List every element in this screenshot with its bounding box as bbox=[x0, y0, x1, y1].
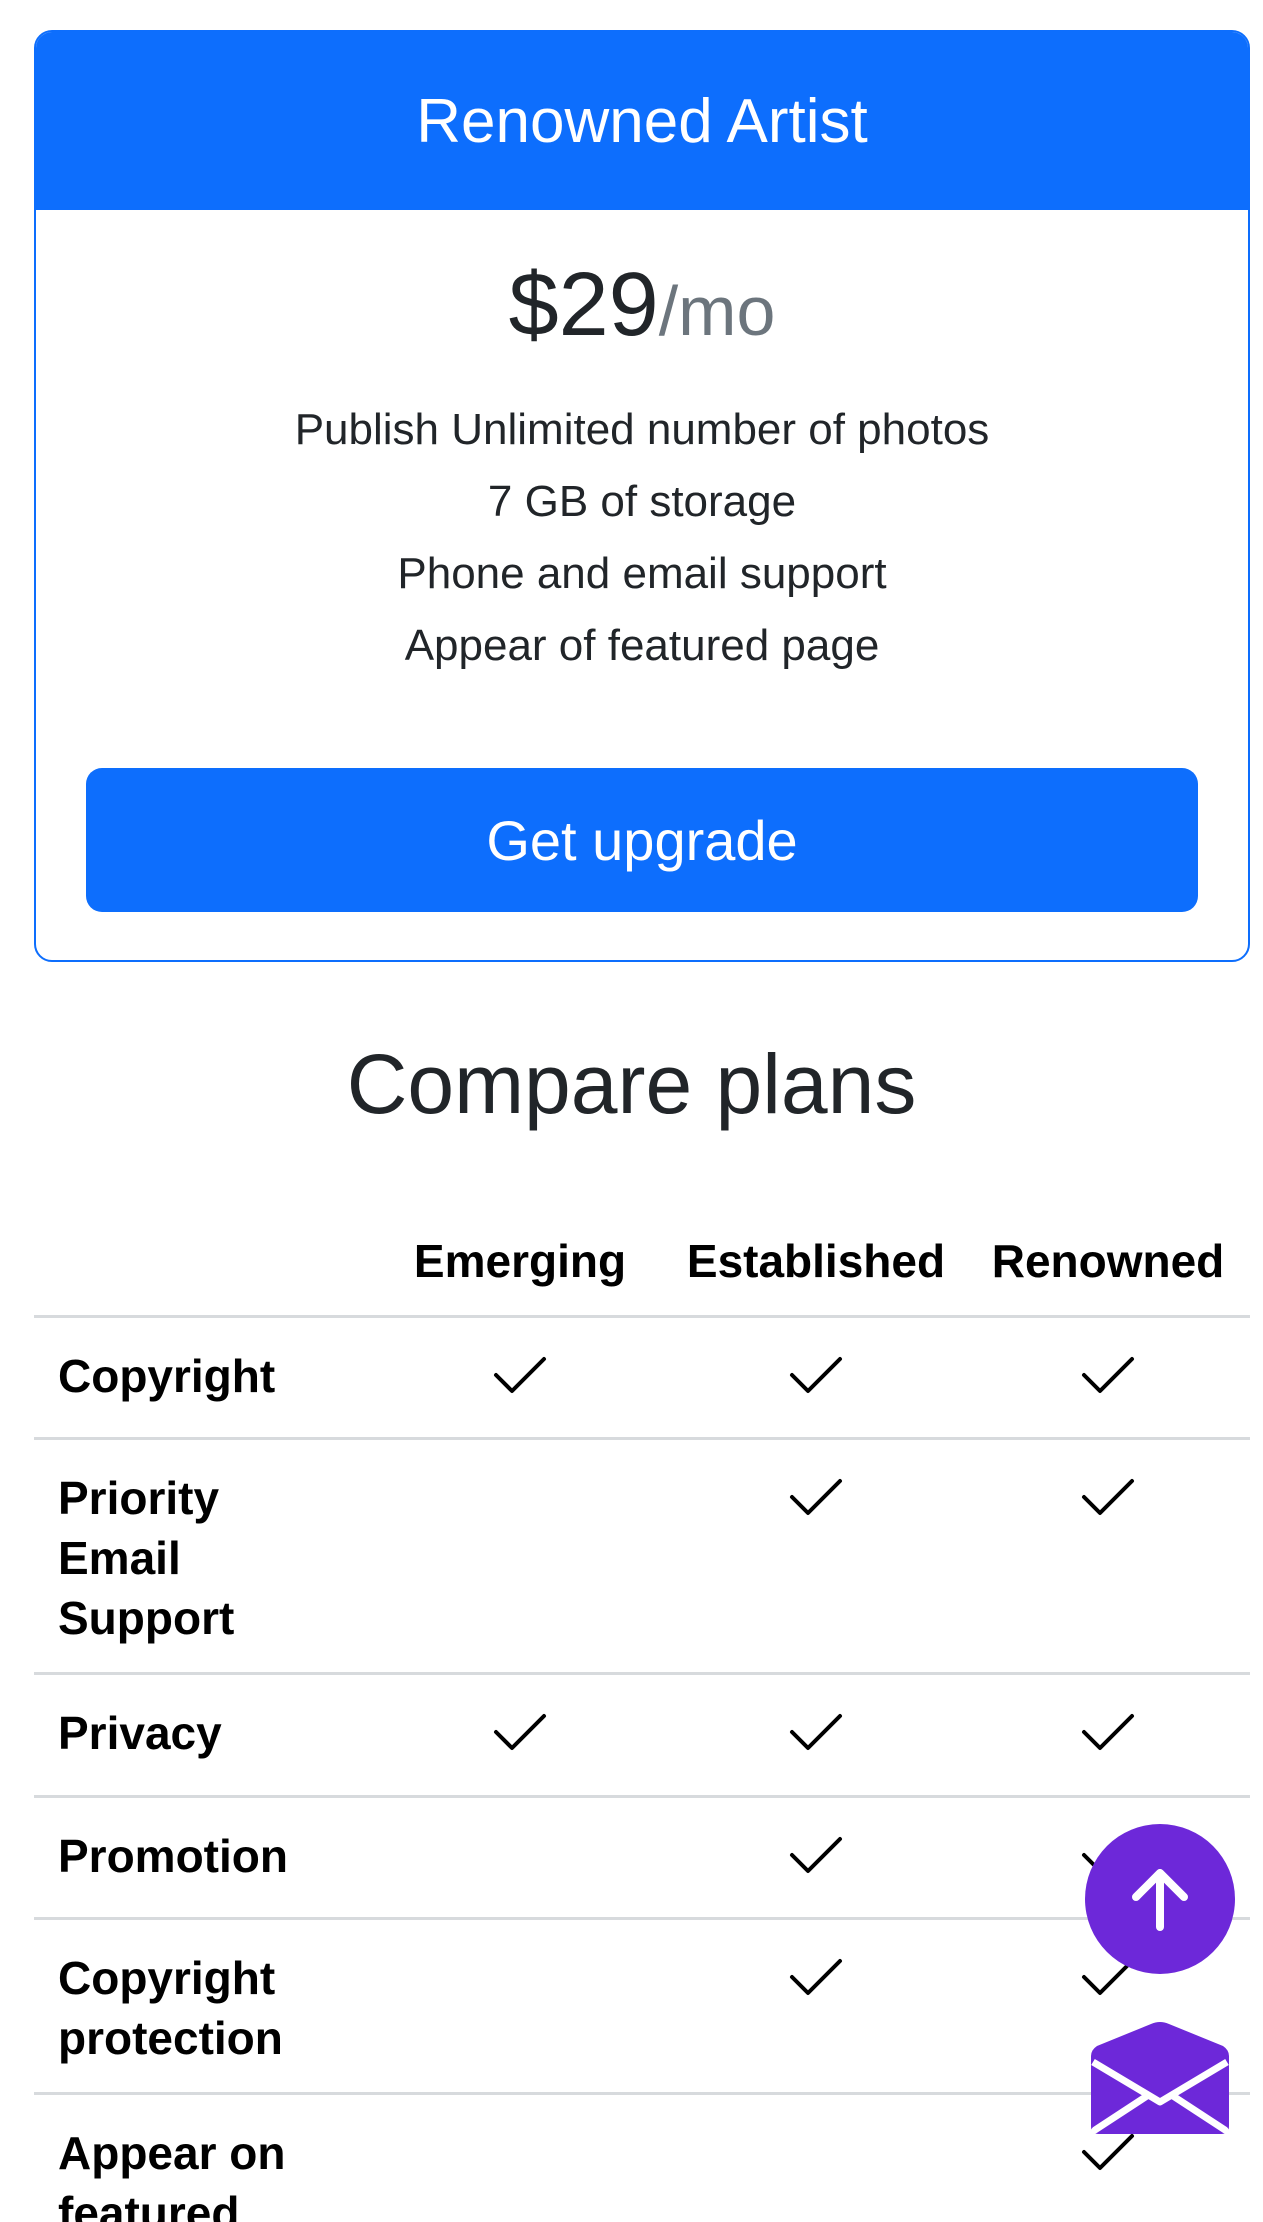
table-row: Promotion bbox=[34, 1796, 1250, 1918]
check-icon bbox=[790, 1713, 842, 1750]
check-cell bbox=[374, 1438, 666, 1673]
check-cell bbox=[374, 1918, 666, 2093]
feature-item: Publish Unlimited number of photos bbox=[294, 405, 990, 454]
check-icon bbox=[790, 1478, 842, 1515]
check-cell bbox=[966, 1673, 1250, 1796]
check-cell bbox=[374, 1316, 666, 1438]
table-row: Priority Email Support bbox=[34, 1438, 1250, 1673]
feature-item: 7 GB of storage bbox=[487, 477, 797, 526]
feature-list: Publish Unlimited number of photos 7 GB … bbox=[36, 394, 1248, 682]
check-cell bbox=[666, 1673, 966, 1796]
check-cell bbox=[666, 2093, 966, 2222]
compare-table-body: Copyright Priority Email Support Privacy… bbox=[34, 1316, 1250, 2222]
row-label: Promotion bbox=[58, 1829, 288, 1882]
pricing-card-renowned: Renowned Artist $29/mo Publish Unlimited… bbox=[34, 30, 1250, 962]
compare-plans-table: Emerging Established Renowned Copyright … bbox=[34, 1208, 1250, 2222]
table-header-empty bbox=[34, 1208, 374, 1318]
check-cell bbox=[966, 1316, 1250, 1438]
row-label: Appear on featured bbox=[58, 2126, 286, 2222]
feature-item: Appear of featured page bbox=[404, 621, 880, 670]
table-row: Privacy bbox=[34, 1673, 1250, 1796]
feature-item: Phone and email support bbox=[397, 549, 887, 598]
check-icon bbox=[494, 1713, 546, 1750]
column-header-renowned: Renowned bbox=[966, 1208, 1250, 1318]
compare-plans-heading: Compare plans bbox=[346, 1037, 917, 1131]
check-icon bbox=[494, 1356, 546, 1393]
check-cell bbox=[374, 1796, 666, 1918]
row-label: Priority Email Support bbox=[58, 1471, 235, 1644]
check-icon bbox=[1082, 1356, 1134, 1393]
check-icon bbox=[1082, 2133, 1134, 2170]
price-period: /mo bbox=[658, 272, 776, 350]
plan-price: $29/mo bbox=[36, 260, 1248, 350]
arrow-up-icon bbox=[1132, 1869, 1188, 1931]
table-row: Copyright bbox=[34, 1316, 1250, 1438]
column-header-established: Established bbox=[666, 1208, 966, 1318]
price-amount: $29 bbox=[508, 255, 659, 355]
check-icon bbox=[790, 1356, 842, 1393]
row-label: Privacy bbox=[58, 1706, 222, 1759]
check-icon bbox=[790, 1836, 842, 1873]
column-header-emerging: Emerging bbox=[374, 1208, 666, 1318]
check-cell bbox=[374, 1673, 666, 1796]
check-icon bbox=[790, 1958, 842, 1995]
row-label: Copyright protection bbox=[58, 1951, 283, 2064]
plan-title: Renowned Artist bbox=[36, 32, 1248, 210]
get-upgrade-button[interactable]: Get upgrade bbox=[86, 768, 1198, 912]
envelope-open-icon bbox=[1091, 2022, 1229, 2134]
check-icon bbox=[1082, 1478, 1134, 1515]
check-cell bbox=[374, 2093, 666, 2222]
check-cell bbox=[666, 1438, 966, 1673]
table-row: Copyright protection bbox=[34, 1918, 1250, 2093]
check-cell bbox=[666, 1918, 966, 2093]
table-row: Appear on featured bbox=[34, 2093, 1250, 2222]
check-cell bbox=[966, 1438, 1250, 1673]
row-label: Copyright bbox=[58, 1349, 276, 1402]
check-icon bbox=[1082, 1713, 1134, 1750]
check-cell bbox=[666, 1796, 966, 1918]
contact-mail-button[interactable] bbox=[1085, 2022, 1235, 2136]
table-header-row: Emerging Established Renowned bbox=[34, 1208, 1250, 1318]
check-cell bbox=[666, 1316, 966, 1438]
scroll-to-top-button[interactable] bbox=[1085, 1824, 1235, 1974]
